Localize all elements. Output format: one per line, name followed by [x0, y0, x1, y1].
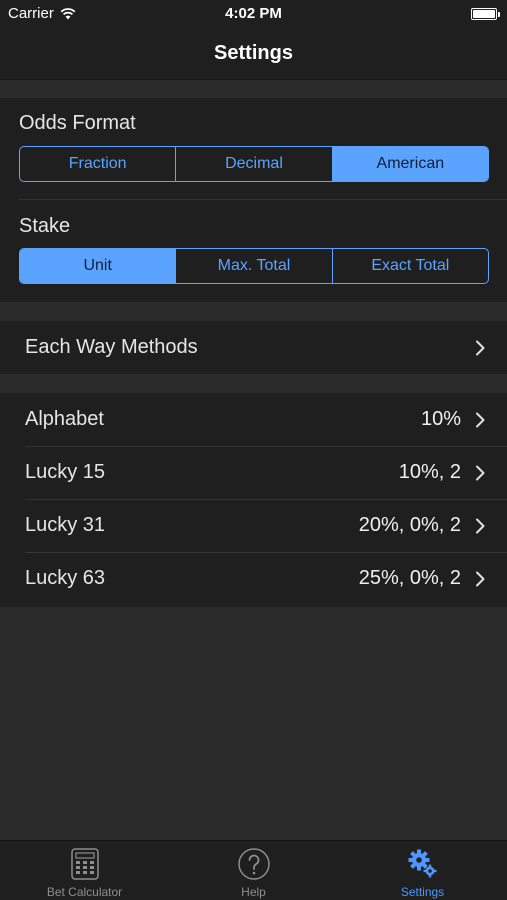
- list-item-lucky-31[interactable]: Lucky 31 20%, 0%, 2: [0, 499, 507, 552]
- chevron-right-icon: [476, 518, 485, 533]
- stake-heading: Stake: [19, 215, 71, 237]
- row-label: Each Way Methods: [25, 336, 198, 358]
- navigation-bar: Settings: [0, 28, 507, 80]
- format-section: Odds Format Fraction Decimal American St…: [0, 98, 507, 302]
- page-title: Settings: [214, 42, 293, 64]
- row-label: Alphabet: [25, 408, 104, 430]
- list-item-alphabet[interactable]: Alphabet 10%: [0, 393, 507, 446]
- section-divider: [19, 199, 507, 200]
- stake-segmented-control: Unit Max. Total Exact Total: [19, 248, 489, 284]
- chevron-right-icon: [476, 340, 485, 355]
- each-way-methods-row[interactable]: Each Way Methods: [0, 321, 507, 374]
- tab-bet-calculator[interactable]: Bet Calculator: [0, 841, 169, 900]
- odds-format-fraction[interactable]: Fraction: [20, 147, 177, 181]
- status-time: 4:02 PM: [225, 5, 282, 22]
- tab-help[interactable]: Help: [169, 841, 338, 900]
- tab-settings[interactable]: Settings: [338, 841, 507, 900]
- stake-exact-total[interactable]: Exact Total: [333, 249, 488, 283]
- list-item-lucky-15[interactable]: Lucky 15 10%, 2: [0, 446, 507, 499]
- methods-section: Alphabet 10% Lucky 15 10%, 2 Lucky 31 20…: [0, 393, 507, 607]
- row-value: 10%: [420, 408, 461, 430]
- battery-icon: [471, 8, 500, 20]
- gears-icon: [408, 849, 436, 878]
- row-value: 10%, 2: [398, 461, 461, 483]
- row-label: Lucky 15: [25, 461, 106, 483]
- odds-format-american[interactable]: American: [332, 147, 488, 181]
- each-way-section: Each Way Methods: [0, 321, 507, 374]
- stake-unit[interactable]: Unit: [20, 249, 177, 283]
- stake-max-total[interactable]: Max. Total: [176, 249, 333, 283]
- status-bar: Carrier 4:02 PM: [0, 0, 507, 28]
- list-item-lucky-63[interactable]: Lucky 63 25%, 0%, 2: [0, 552, 507, 605]
- chevron-right-icon: [476, 412, 485, 427]
- row-value: 20%, 0%, 2: [358, 514, 461, 536]
- odds-format-segmented-control: Fraction Decimal American: [19, 146, 489, 182]
- odds-format-heading: Odds Format: [19, 112, 136, 134]
- tab-bar: Bet Calculator Help Settings: [0, 840, 507, 900]
- odds-format-decimal[interactable]: Decimal: [176, 147, 333, 181]
- chevron-right-icon: [476, 571, 485, 586]
- tab-label: Bet Calculator: [46, 885, 123, 899]
- calculator-icon: [70, 848, 99, 880]
- tab-label: Help: [241, 885, 266, 899]
- help-icon: [237, 848, 270, 880]
- tab-label: Settings: [400, 885, 445, 899]
- row-value: 25%, 0%, 2: [358, 567, 461, 589]
- row-label: Lucky 63: [25, 567, 106, 589]
- chevron-right-icon: [476, 465, 485, 480]
- row-label: Lucky 31: [25, 514, 106, 536]
